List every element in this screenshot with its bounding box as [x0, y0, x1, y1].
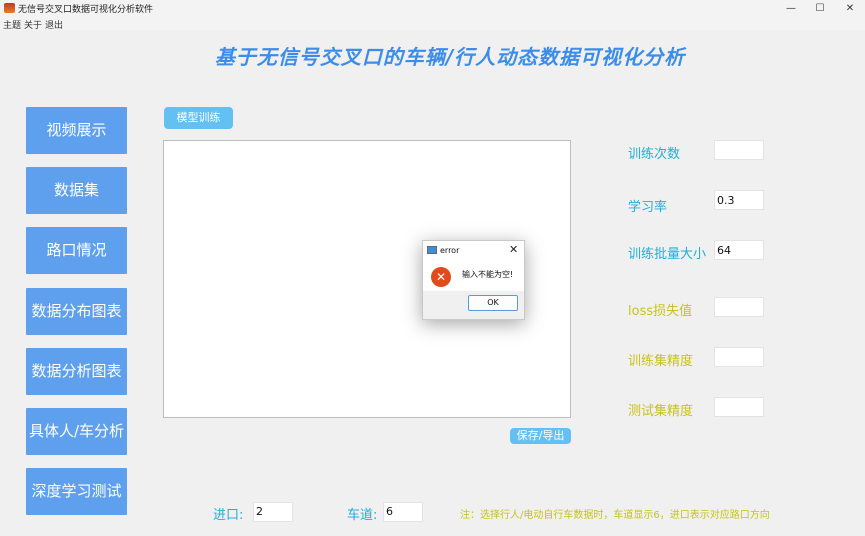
lane-label: 车道: [347, 508, 378, 523]
train-model-button[interactable]: 模型训练 [164, 107, 233, 129]
menu-item-theme[interactable]: 主题 [3, 18, 21, 31]
page-title: 基于无信号交叉口的车辆/行人动态数据可视化分析 [214, 45, 686, 69]
error-dialog: error ✕ ✕ 输入不能为空! OK [422, 240, 525, 320]
nav-video-button[interactable]: 视频展示 [26, 107, 127, 154]
dialog-message: 输入不能为空! [462, 270, 514, 279]
learning-rate-field[interactable]: 0.3 [714, 190, 764, 210]
batch-size-label: 训练批量大小 [628, 247, 707, 262]
batch-size-field[interactable]: 64 [714, 240, 764, 260]
note-text: 注：选择行人/电动自行车数据时，车道显示6，进口表示对应路口方向 [460, 510, 770, 521]
test-accuracy-field[interactable] [714, 397, 764, 417]
window-icon [427, 246, 437, 254]
epochs-label: 训练次数 [628, 147, 681, 162]
entry-field[interactable]: 2 [253, 502, 293, 522]
train-accuracy-label: 训练集精度 [628, 354, 694, 369]
learning-rate-label: 学习率 [628, 200, 668, 215]
menu-item-exit[interactable]: 退出 [45, 18, 63, 31]
nav-deep-learning-button[interactable]: 深度学习测试 [26, 468, 127, 515]
menu-item-about[interactable]: 关于 [24, 18, 42, 31]
app-icon [4, 3, 15, 13]
error-icon: ✕ [431, 267, 451, 287]
loss-field[interactable] [714, 297, 764, 317]
nav-distribution-chart-button[interactable]: 数据分布图表 [26, 288, 127, 335]
loss-label: loss损失值 [628, 304, 693, 319]
minimize-button[interactable]: — [776, 0, 806, 17]
menu-bar: 主题 关于 退出 [0, 17, 865, 31]
nav-analysis-chart-button[interactable]: 数据分析图表 [26, 348, 127, 395]
maximize-button[interactable]: ☐ [805, 0, 835, 17]
test-accuracy-label: 测试集精度 [628, 404, 694, 419]
save-export-button[interactable]: 保存/导出 [510, 428, 571, 444]
window-titlebar: 无信号交叉口数据可视化分析软件 — ☐ ✕ [0, 0, 865, 17]
dialog-body: ✕ 输入不能为空! [423, 259, 524, 291]
window-title: 无信号交叉口数据可视化分析软件 [18, 5, 154, 15]
close-button[interactable]: ✕ [835, 0, 865, 17]
ok-button[interactable]: OK [468, 295, 518, 311]
entry-label: 进口: [213, 508, 244, 523]
dialog-close-icon[interactable]: ✕ [509, 243, 518, 256]
dialog-title: error [440, 246, 460, 255]
nav-intersection-button[interactable]: 路口情况 [26, 227, 127, 274]
nav-person-vehicle-button[interactable]: 具体人/车分析 [26, 408, 127, 455]
epochs-field[interactable] [714, 140, 764, 160]
dialog-titlebar: error ✕ [423, 241, 524, 259]
train-accuracy-field[interactable] [714, 347, 764, 367]
lane-field[interactable]: 6 [383, 502, 423, 522]
nav-dataset-button[interactable]: 数据集 [26, 167, 127, 214]
dialog-footer: OK [423, 291, 524, 319]
